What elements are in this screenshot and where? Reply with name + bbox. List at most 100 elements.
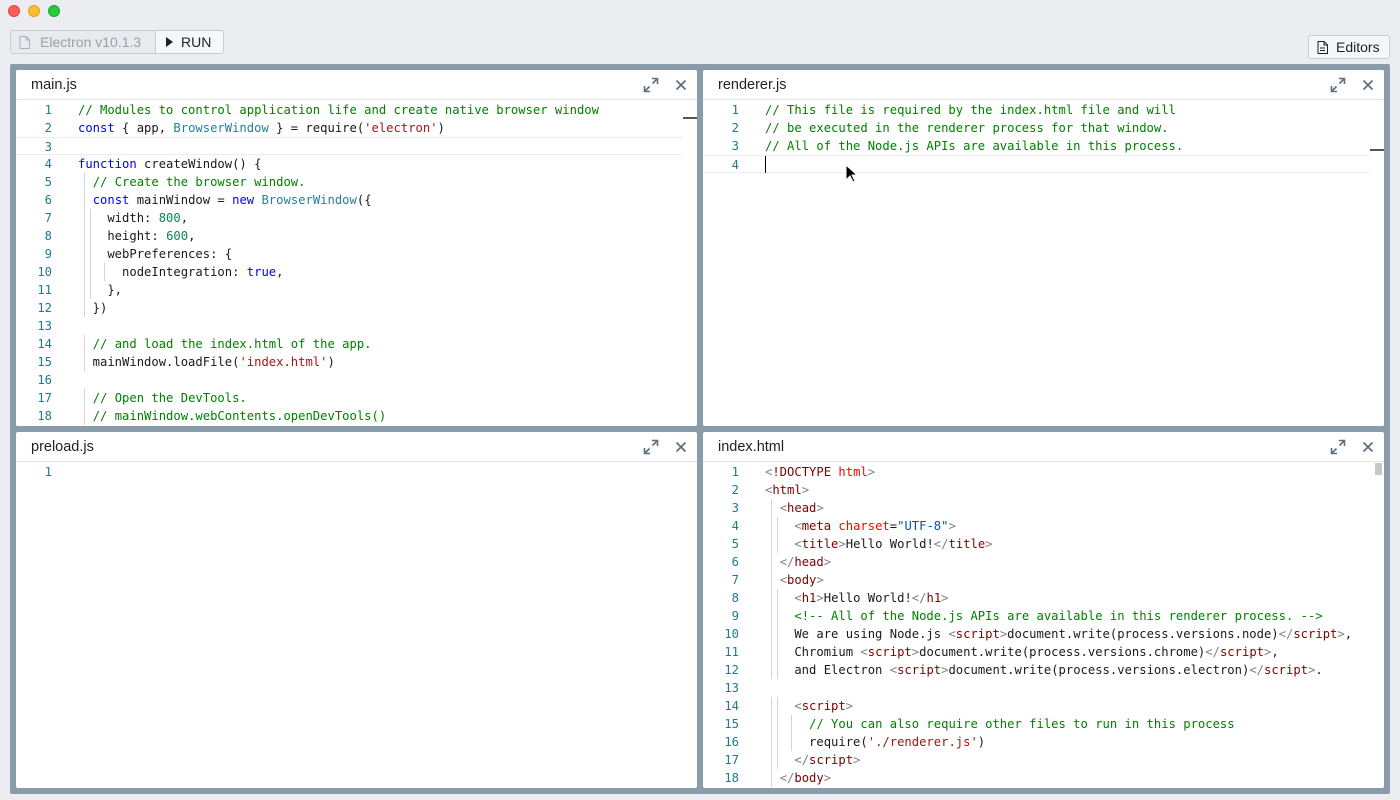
code-line[interactable]: 4 <meta charset="UTF-8"> <box>703 517 1370 535</box>
window-maximize-button[interactable] <box>48 5 60 17</box>
code-line[interactable]: 11 }, <box>16 281 683 299</box>
code-text: <meta charset="UTF-8"> <box>765 517 956 535</box>
close-icon[interactable] <box>1360 439 1376 455</box>
code-line[interactable]: 10 nodeIntegration: true, <box>16 263 683 281</box>
code-line[interactable]: 8 <h1>Hello World!</h1> <box>703 589 1370 607</box>
close-icon[interactable] <box>673 77 689 93</box>
code-line[interactable]: 2 // be executed in the renderer process … <box>703 119 1370 137</box>
code-token: Hello World! <box>823 591 912 605</box>
maximize-icon[interactable] <box>643 77 659 93</box>
code-line[interactable]: 5 // Create the browser window. <box>16 173 683 191</box>
code-token: new <box>232 193 255 207</box>
code-editor[interactable]: 1 // This file is required by the index.h… <box>703 101 1370 426</box>
code-line[interactable]: 16 <box>16 371 683 389</box>
vertical-scrollbar[interactable] <box>1370 463 1384 788</box>
code-token: ({ <box>356 193 372 207</box>
code-line[interactable]: 7 width: 800, <box>16 209 683 227</box>
code-token: script <box>867 645 912 659</box>
code-editor[interactable]: 1 // Modules to control application life … <box>16 101 683 426</box>
code-line[interactable]: 3 // All of the Node.js APIs are availabl… <box>703 137 1370 155</box>
code-line[interactable]: 1 // This file is required by the index.h… <box>703 101 1370 119</box>
code-line[interactable]: 4 function createWindow() { <box>16 155 683 173</box>
close-icon[interactable] <box>1360 77 1376 93</box>
code-line[interactable]: 15 mainWindow.loadFile('index.html') <box>16 353 683 371</box>
code-editor[interactable]: 1 <!DOCTYPE html> 2 <html> 3 <head> 4 <meta c… <box>703 463 1370 788</box>
code-line[interactable]: 13 <box>703 679 1370 697</box>
code-line[interactable]: 2 <html> <box>703 481 1370 499</box>
line-number: 1 <box>44 103 52 117</box>
code-token: document.write(process.versions.chrome) <box>919 645 1206 659</box>
code-line[interactable]: 13 <box>16 317 683 335</box>
code-token: > <box>845 699 854 713</box>
line-number: 6 <box>731 555 739 569</box>
pane-header: renderer.js <box>703 70 1384 100</box>
code-token: html <box>772 483 802 497</box>
code-token: }) <box>78 301 108 315</box>
code-line[interactable]: 1 <!DOCTYPE html> <box>703 463 1370 481</box>
window-minimize-button[interactable] <box>28 5 40 17</box>
line-number: 9 <box>44 247 52 261</box>
code-line[interactable]: 18 // mainWindow.webContents.openDevTool… <box>16 407 683 425</box>
code-line[interactable]: 4 <box>703 155 1370 173</box>
editor-pane-index: index.html 1 <!DOCTYPE html> 2 <html> 3 <hea… <box>703 432 1384 788</box>
scrollbar-thumb[interactable] <box>1375 463 1382 475</box>
line-number: 17 <box>724 753 739 767</box>
line-number: 11 <box>724 645 739 659</box>
code-line[interactable]: 14 <script> <box>703 697 1370 715</box>
code-line[interactable]: 3 <head> <box>703 499 1370 517</box>
code-line[interactable]: 14 // and load the index.html of the app… <box>16 335 683 353</box>
code-token: > <box>1337 627 1345 641</box>
code-line[interactable]: 12 }) <box>16 299 683 317</box>
close-icon[interactable] <box>673 439 689 455</box>
code-line[interactable]: 8 height: 600, <box>16 227 683 245</box>
line-number: 4 <box>731 519 739 533</box>
code-line[interactable]: 1 // Modules to control application life … <box>16 101 683 119</box>
code-token: ) <box>437 121 445 135</box>
code-line[interactable]: 15 // You can also require other files t… <box>703 715 1370 733</box>
code-line[interactable]: 6 const mainWindow = new BrowserWindow({ <box>16 191 683 209</box>
code-token: > <box>948 519 956 533</box>
code-token: </ <box>1205 645 1220 659</box>
code-line[interactable]: 3 <box>16 137 683 155</box>
code-line[interactable]: 9 <!-- All of the Node.js APIs are avail… <box>703 607 1370 625</box>
line-number: 1 <box>731 103 739 117</box>
run-button[interactable]: RUN <box>156 30 224 54</box>
code-token: > <box>985 537 993 551</box>
line-number: 17 <box>37 391 52 405</box>
code-token: > <box>816 573 824 587</box>
pane-title: preload.js <box>31 438 94 455</box>
code-line[interactable]: 7 <body> <box>703 571 1370 589</box>
code-line[interactable]: 1 <box>16 463 683 481</box>
code-line[interactable]: 11 Chromium <script>document.write(proce… <box>703 643 1370 661</box>
code-text: mainWindow.loadFile('index.html') <box>78 353 335 371</box>
line-number: 7 <box>731 573 739 587</box>
code-line[interactable]: 17 </script> <box>703 751 1370 769</box>
code-line[interactable]: 12 and Electron <script>document.write(p… <box>703 661 1370 679</box>
maximize-icon[interactable] <box>643 439 659 455</box>
code-line[interactable]: 9 webPreferences: { <box>16 245 683 263</box>
code-line[interactable]: 16 require('./renderer.js') <box>703 733 1370 751</box>
editors-button[interactable]: Editors <box>1308 35 1390 59</box>
maximize-icon[interactable] <box>1330 77 1346 93</box>
code-token: script <box>1219 645 1264 659</box>
line-number: 5 <box>44 175 52 189</box>
code-token: script <box>1293 627 1338 641</box>
code-line[interactable]: 6 </head> <box>703 553 1370 571</box>
code-line[interactable]: 18 </body> <box>703 769 1370 787</box>
maximize-icon[interactable] <box>1330 439 1346 455</box>
code-line[interactable]: 2 const { app, BrowserWindow } = require(… <box>16 119 683 137</box>
code-editor[interactable]: 1 <box>16 463 683 788</box>
code-line[interactable]: 17 // Open the DevTools. <box>16 389 683 407</box>
electron-version-button[interactable]: Electron v10.1.3 <box>10 30 156 54</box>
window-close-button[interactable] <box>8 5 20 17</box>
pane-header: main.js <box>16 70 697 100</box>
pane-title: main.js <box>31 76 77 93</box>
code-line[interactable]: 5 <title>Hello World!</title> <box>703 535 1370 553</box>
code-text: <h1>Hello World!</h1> <box>765 589 948 607</box>
line-number: 10 <box>37 265 52 279</box>
code-line[interactable]: 10 We are using Node.js <script>document… <box>703 625 1370 643</box>
